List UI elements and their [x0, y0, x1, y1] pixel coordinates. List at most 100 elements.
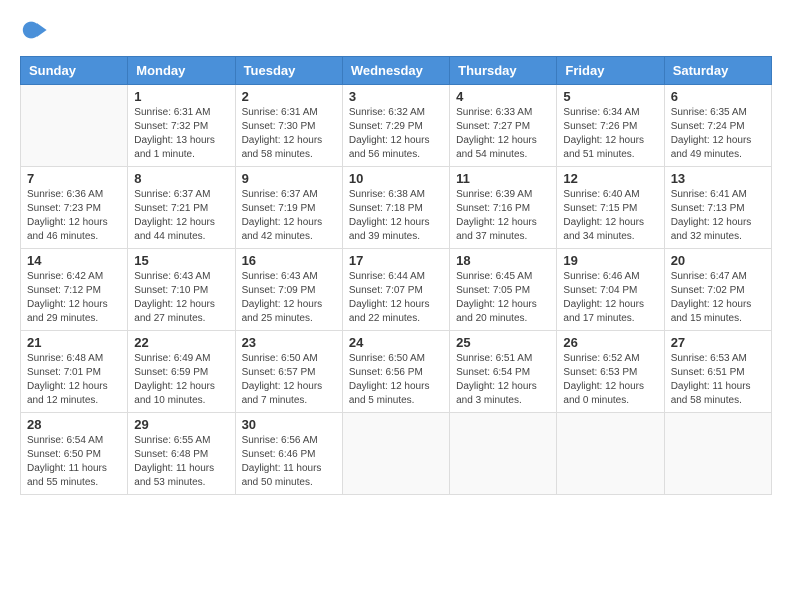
day-info: Sunrise: 6:43 AM Sunset: 7:10 PM Dayligh…	[134, 270, 228, 326]
calendar-cell: 13 Sunrise: 6:41 AM Sunset: 7:13 PM Dayli…	[664, 167, 771, 249]
logo-icon	[20, 16, 48, 44]
calendar-table: SundayMondayTuesdayWednesdayThursdayFrid…	[20, 56, 772, 495]
day-info: Sunrise: 6:33 AM Sunset: 7:27 PM Dayligh…	[456, 106, 550, 162]
day-info: Sunrise: 6:34 AM Sunset: 7:26 PM Dayligh…	[563, 106, 657, 162]
day-info: Sunrise: 6:46 AM Sunset: 7:04 PM Dayligh…	[563, 270, 657, 326]
day-number: 12	[563, 171, 657, 186]
day-info: Sunrise: 6:48 AM Sunset: 7:01 PM Dayligh…	[27, 352, 121, 408]
weekday-header: Wednesday	[342, 57, 449, 85]
day-number: 2	[242, 89, 336, 104]
day-info: Sunrise: 6:44 AM Sunset: 7:07 PM Dayligh…	[349, 270, 443, 326]
calendar-week-row: 7 Sunrise: 6:36 AM Sunset: 7:23 PM Daylig…	[21, 167, 772, 249]
day-number: 17	[349, 253, 443, 268]
calendar-cell: 8 Sunrise: 6:37 AM Sunset: 7:21 PM Daylig…	[128, 167, 235, 249]
calendar-cell: 4 Sunrise: 6:33 AM Sunset: 7:27 PM Daylig…	[450, 85, 557, 167]
day-info: Sunrise: 6:41 AM Sunset: 7:13 PM Dayligh…	[671, 188, 765, 244]
day-info: Sunrise: 6:45 AM Sunset: 7:05 PM Dayligh…	[456, 270, 550, 326]
day-info: Sunrise: 6:36 AM Sunset: 7:23 PM Dayligh…	[27, 188, 121, 244]
weekday-header: Tuesday	[235, 57, 342, 85]
day-number: 14	[27, 253, 121, 268]
day-info: Sunrise: 6:43 AM Sunset: 7:09 PM Dayligh…	[242, 270, 336, 326]
day-info: Sunrise: 6:53 AM Sunset: 6:51 PM Dayligh…	[671, 352, 765, 408]
calendar-cell	[557, 413, 664, 495]
weekday-header: Monday	[128, 57, 235, 85]
calendar-cell: 29 Sunrise: 6:55 AM Sunset: 6:48 PM Dayli…	[128, 413, 235, 495]
day-info: Sunrise: 6:47 AM Sunset: 7:02 PM Dayligh…	[671, 270, 765, 326]
day-number: 30	[242, 417, 336, 432]
day-info: Sunrise: 6:52 AM Sunset: 6:53 PM Dayligh…	[563, 352, 657, 408]
calendar-header-row: SundayMondayTuesdayWednesdayThursdayFrid…	[21, 57, 772, 85]
day-number: 1	[134, 89, 228, 104]
day-info: Sunrise: 6:38 AM Sunset: 7:18 PM Dayligh…	[349, 188, 443, 244]
day-info: Sunrise: 6:31 AM Sunset: 7:32 PM Dayligh…	[134, 106, 228, 162]
calendar-cell: 10 Sunrise: 6:38 AM Sunset: 7:18 PM Dayli…	[342, 167, 449, 249]
day-info: Sunrise: 6:37 AM Sunset: 7:21 PM Dayligh…	[134, 188, 228, 244]
day-number: 25	[456, 335, 550, 350]
day-info: Sunrise: 6:54 AM Sunset: 6:50 PM Dayligh…	[27, 434, 121, 490]
day-number: 10	[349, 171, 443, 186]
day-info: Sunrise: 6:40 AM Sunset: 7:15 PM Dayligh…	[563, 188, 657, 244]
day-number: 23	[242, 335, 336, 350]
day-number: 29	[134, 417, 228, 432]
weekday-header: Sunday	[21, 57, 128, 85]
day-number: 13	[671, 171, 765, 186]
day-info: Sunrise: 6:50 AM Sunset: 6:57 PM Dayligh…	[242, 352, 336, 408]
day-number: 16	[242, 253, 336, 268]
calendar-week-row: 21 Sunrise: 6:48 AM Sunset: 7:01 PM Dayli…	[21, 331, 772, 413]
calendar-cell	[342, 413, 449, 495]
calendar-cell: 20 Sunrise: 6:47 AM Sunset: 7:02 PM Dayli…	[664, 249, 771, 331]
calendar-cell: 5 Sunrise: 6:34 AM Sunset: 7:26 PM Daylig…	[557, 85, 664, 167]
day-info: Sunrise: 6:55 AM Sunset: 6:48 PM Dayligh…	[134, 434, 228, 490]
day-number: 19	[563, 253, 657, 268]
day-number: 27	[671, 335, 765, 350]
calendar-cell: 23 Sunrise: 6:50 AM Sunset: 6:57 PM Dayli…	[235, 331, 342, 413]
calendar-cell: 16 Sunrise: 6:43 AM Sunset: 7:09 PM Dayli…	[235, 249, 342, 331]
logo	[20, 16, 50, 44]
calendar-week-row: 14 Sunrise: 6:42 AM Sunset: 7:12 PM Dayli…	[21, 249, 772, 331]
calendar-cell: 22 Sunrise: 6:49 AM Sunset: 6:59 PM Dayli…	[128, 331, 235, 413]
day-info: Sunrise: 6:56 AM Sunset: 6:46 PM Dayligh…	[242, 434, 336, 490]
day-number: 4	[456, 89, 550, 104]
calendar-cell: 17 Sunrise: 6:44 AM Sunset: 7:07 PM Dayli…	[342, 249, 449, 331]
day-info: Sunrise: 6:50 AM Sunset: 6:56 PM Dayligh…	[349, 352, 443, 408]
calendar-cell: 18 Sunrise: 6:45 AM Sunset: 7:05 PM Dayli…	[450, 249, 557, 331]
calendar-cell: 25 Sunrise: 6:51 AM Sunset: 6:54 PM Dayli…	[450, 331, 557, 413]
day-number: 7	[27, 171, 121, 186]
day-info: Sunrise: 6:51 AM Sunset: 6:54 PM Dayligh…	[456, 352, 550, 408]
weekday-header: Thursday	[450, 57, 557, 85]
calendar-cell: 1 Sunrise: 6:31 AM Sunset: 7:32 PM Daylig…	[128, 85, 235, 167]
day-info: Sunrise: 6:37 AM Sunset: 7:19 PM Dayligh…	[242, 188, 336, 244]
day-number: 22	[134, 335, 228, 350]
day-info: Sunrise: 6:31 AM Sunset: 7:30 PM Dayligh…	[242, 106, 336, 162]
calendar-week-row: 1 Sunrise: 6:31 AM Sunset: 7:32 PM Daylig…	[21, 85, 772, 167]
calendar-cell: 30 Sunrise: 6:56 AM Sunset: 6:46 PM Dayli…	[235, 413, 342, 495]
calendar-cell: 2 Sunrise: 6:31 AM Sunset: 7:30 PM Daylig…	[235, 85, 342, 167]
calendar-cell: 21 Sunrise: 6:48 AM Sunset: 7:01 PM Dayli…	[21, 331, 128, 413]
day-number: 8	[134, 171, 228, 186]
day-info: Sunrise: 6:42 AM Sunset: 7:12 PM Dayligh…	[27, 270, 121, 326]
calendar-cell: 12 Sunrise: 6:40 AM Sunset: 7:15 PM Dayli…	[557, 167, 664, 249]
weekday-header: Friday	[557, 57, 664, 85]
day-number: 28	[27, 417, 121, 432]
day-number: 26	[563, 335, 657, 350]
calendar-cell: 19 Sunrise: 6:46 AM Sunset: 7:04 PM Dayli…	[557, 249, 664, 331]
day-number: 20	[671, 253, 765, 268]
calendar-cell: 6Sunrise: 6:35 AM Sunset: 7:24 PM Daylig…	[664, 85, 771, 167]
day-info: Sunrise: 6:35 AM Sunset: 7:24 PM Dayligh…	[671, 106, 765, 162]
day-number: 18	[456, 253, 550, 268]
day-number: 15	[134, 253, 228, 268]
calendar-cell	[664, 413, 771, 495]
day-number: 5	[563, 89, 657, 104]
day-number: 21	[27, 335, 121, 350]
calendar-cell: 27 Sunrise: 6:53 AM Sunset: 6:51 PM Dayli…	[664, 331, 771, 413]
calendar-cell: 15 Sunrise: 6:43 AM Sunset: 7:10 PM Dayli…	[128, 249, 235, 331]
calendar-cell: 24Sunrise: 6:50 AM Sunset: 6:56 PM Dayli…	[342, 331, 449, 413]
day-number: 11	[456, 171, 550, 186]
calendar-cell	[450, 413, 557, 495]
calendar-cell: 26 Sunrise: 6:52 AM Sunset: 6:53 PM Dayli…	[557, 331, 664, 413]
page-header	[20, 16, 772, 44]
calendar-cell: 9Sunrise: 6:37 AM Sunset: 7:19 PM Daylig…	[235, 167, 342, 249]
calendar-week-row: 28 Sunrise: 6:54 AM Sunset: 6:50 PM Dayli…	[21, 413, 772, 495]
calendar-cell: 3Sunrise: 6:32 AM Sunset: 7:29 PM Daylig…	[342, 85, 449, 167]
day-info: Sunrise: 6:49 AM Sunset: 6:59 PM Dayligh…	[134, 352, 228, 408]
